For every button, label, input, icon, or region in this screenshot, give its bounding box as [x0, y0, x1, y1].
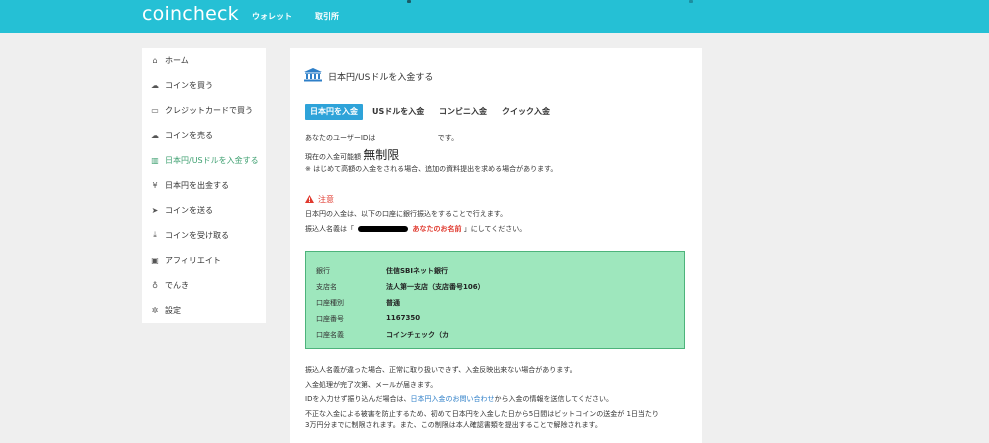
account-holder-label: 口座名義 — [316, 331, 344, 339]
bank-icon — [304, 68, 322, 85]
page-title: 日本円/USドルを入金する — [304, 68, 433, 85]
gear-icon: ✲ — [151, 305, 159, 315]
footer-note-4: 不正な入金による被害を防止するため、初めて日本円を入金した日から5日間はビットコ… — [305, 410, 659, 418]
caution-line-2: 振込人名義は「 あなたのお名前 」にしてください。 — [305, 224, 526, 234]
jpy-inquiry-link[interactable]: 日本円入金のお問い合わせ — [410, 395, 494, 403]
bank-value: 住信SBIネット銀行 — [386, 267, 448, 275]
tab-jpy-deposit[interactable]: 日本円を入金 — [305, 104, 363, 120]
send-icon: ➤ — [151, 205, 159, 215]
bank-icon: ▥ — [151, 155, 159, 165]
account-holder-value: コインチェック（カ — [386, 331, 449, 339]
high-amount-note: ※ はじめて高額の入金をされる場合、追加の資料提出を求める場合があります。 — [305, 165, 558, 173]
bulb-icon: ♁ — [152, 280, 158, 290]
sidebar-item-settings[interactable]: ✲ 設定 — [150, 303, 181, 317]
user-id-line: あなたのユーザーIDは です。 — [305, 133, 458, 143]
sidebar-item-label: コインを買う — [165, 80, 213, 90]
sidebar-item-label: コインを受け取る — [165, 230, 229, 240]
home-icon: ⌂ — [152, 55, 158, 65]
caution-title: 注意 — [318, 195, 334, 204]
deposit-limit-value: 無制限 — [363, 148, 400, 162]
account-number-label: 口座番号 — [316, 315, 344, 323]
your-name-text: あなたのお名前 — [412, 225, 462, 233]
sidebar-item-buy-coin[interactable]: ☁ コインを買う — [150, 78, 213, 92]
sidebar-item-credit-card[interactable]: ▭ クレジットカードで買う — [150, 103, 253, 117]
sidebar-item-denki[interactable]: ♁ でんき — [150, 278, 189, 292]
coincheck-logo[interactable]: coincheck — [142, 3, 239, 25]
nav-wallet[interactable]: ウォレット — [252, 11, 292, 22]
sidebar-item-withdraw[interactable]: ¥ 日本円を出金する — [150, 178, 229, 192]
sidebar-item-label: 日本円/USドルを入金する — [165, 155, 259, 165]
sidebar-item-send-coin[interactable]: ➤ コインを送る — [150, 203, 213, 217]
sidebar-item-label: 日本円を出金する — [165, 180, 229, 190]
tab-convenience-deposit[interactable]: コンビニ入金 — [434, 104, 492, 120]
header-marker — [407, 0, 411, 3]
footer-note-5: 3万円分までに制限されます。また、この制限は本人確認書類を提出することで解除され… — [305, 421, 602, 429]
nav-exchange[interactable]: 取引所 — [315, 11, 339, 22]
sidebar-item-label: コインを送る — [165, 205, 213, 215]
download-icon: ⤓ — [153, 230, 157, 239]
deposit-limit-label: 現在の入金可能額 — [305, 153, 361, 161]
footer-note-3: IDを入力せず振り込んだ場合は、日本円入金のお問い合わせから入金の情報を送信して… — [305, 394, 613, 404]
sidebar-item-label: クレジットカードで買う — [165, 105, 253, 115]
caution-prefix: 振込人名義は「 — [305, 225, 354, 233]
sidebar-item-home[interactable]: ⌂ ホーム — [150, 53, 189, 67]
sidebar-item-label: アフィリエイト — [165, 255, 221, 265]
sidebar-item-label: ホーム — [165, 55, 189, 65]
redacted-user-id — [358, 226, 409, 232]
footer-note-1: 振込人名義が違った場合、正常に取り扱いできず、入金反映出来ない場合があります。 — [305, 366, 577, 374]
warning-icon — [305, 194, 314, 205]
sidebar-item-deposit[interactable]: ▥ 日本円/USドルを入金する — [150, 153, 259, 167]
sidebar: ⌂ ホーム ☁ コインを買う ▭ クレジットカードで買う ☁ コインを売る ▥ … — [142, 48, 266, 323]
sidebar-item-affiliate[interactable]: ▣ アフィリエイト — [150, 253, 221, 267]
sidebar-item-label: コインを売る — [165, 130, 213, 140]
sidebar-item-receive-coin[interactable]: ⤓ コインを受け取る — [150, 228, 229, 242]
account-number-value: 1167350 — [386, 314, 421, 322]
footer-note-3-suffix: から入金の情報を送信してください。 — [494, 395, 614, 403]
credit-card-icon: ▭ — [151, 105, 159, 115]
user-id-prefix: あなたのユーザーIDは — [305, 134, 376, 142]
footer-note-3-prefix: IDを入力せず振り込んだ場合は、 — [305, 395, 411, 403]
deposit-limit-line: 現在の入金可能額 無制限 — [305, 146, 399, 163]
bank-label: 銀行 — [316, 267, 330, 275]
caution-suffix: 」にしてください。 — [463, 225, 527, 233]
sidebar-item-sell-coin[interactable]: ☁ コインを売る — [150, 128, 213, 142]
top-navbar: coincheck ウォレット 取引所 — [0, 0, 989, 33]
cloud-upload-icon: ☁ — [151, 130, 159, 140]
bank-account-box: 銀行 住信SBIネット銀行 支店名 法人第一支店（支店番号106） 口座種別 普… — [305, 251, 685, 349]
sidebar-item-label: 設定 — [165, 305, 181, 315]
tab-quick-deposit[interactable]: クイック入金 — [497, 104, 555, 120]
branch-value: 法人第一支店（支店番号106） — [386, 283, 485, 291]
page-title-text: 日本円/USドルを入金する — [328, 73, 434, 83]
account-type-value: 普通 — [386, 299, 400, 307]
cloud-download-icon: ☁ — [151, 80, 159, 90]
sidebar-item-label: でんき — [165, 280, 189, 290]
tab-usd-deposit[interactable]: USドルを入金 — [367, 104, 429, 120]
yen-icon: ¥ — [152, 180, 158, 190]
branch-label: 支店名 — [316, 283, 337, 291]
caution-heading: 注意 — [305, 194, 334, 205]
user-id-suffix: です。 — [437, 134, 459, 142]
gift-icon: ▣ — [151, 255, 159, 265]
header-marker — [689, 0, 693, 3]
account-type-label: 口座種別 — [316, 299, 344, 307]
footer-note-2: 入金処理が完了次第、メールが届きます。 — [305, 381, 438, 389]
caution-line-1: 日本円の入金は、以下の口座に銀行振込をすることで行えます。 — [305, 210, 508, 218]
deposit-panel: 日本円/USドルを入金する 日本円を入金 USドルを入金 コンビニ入金 クイック… — [290, 48, 702, 443]
